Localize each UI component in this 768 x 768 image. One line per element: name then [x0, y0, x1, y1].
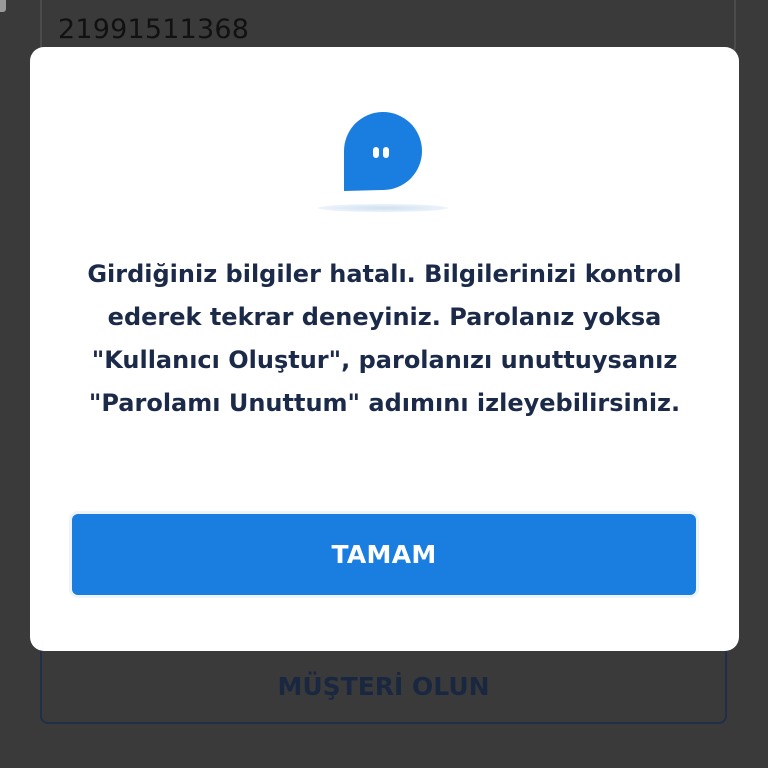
- error-message: Girdiğiniz bilgiler hatalı. Bilgileriniz…: [87, 260, 682, 417]
- icon-shadow: [318, 204, 448, 212]
- ok-button[interactable]: TAMAM: [72, 514, 696, 595]
- become-customer-button[interactable]: MÜŞTERİ OLUN: [40, 650, 727, 724]
- error-dialog: Girdiğiniz bilgiler hatalı. Bilgileriniz…: [30, 47, 739, 651]
- become-customer-label: MÜŞTERİ OLUN: [277, 671, 490, 701]
- phone-number-value: 21991511368: [58, 14, 250, 45]
- chat-bubble-icon-graphic: [344, 112, 422, 191]
- chat-bubble-icon: [318, 109, 448, 219]
- scroll-indicator: [0, 0, 6, 12]
